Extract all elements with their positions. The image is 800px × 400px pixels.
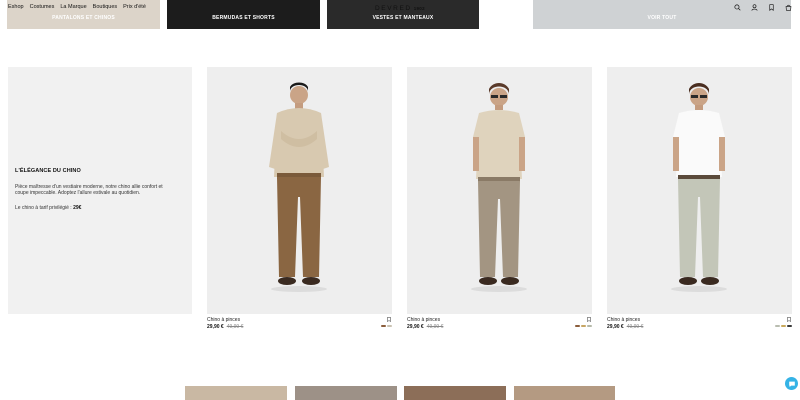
product-prices: 29,90 €49,99 € bbox=[407, 324, 443, 330]
brand-logo-text: DEVRED bbox=[375, 5, 412, 12]
site-header: Eshop Costumes La Marque Boutiques Prix … bbox=[0, 0, 800, 16]
search-icon[interactable] bbox=[734, 4, 741, 11]
product-meta: Chino à pinces 29,90 €49,99 € bbox=[207, 314, 392, 334]
chat-button[interactable] bbox=[785, 377, 798, 390]
product-prices: 29,90 €49,99 € bbox=[607, 324, 643, 330]
editorial-price: Le chino à tarif privilégié : 29€ bbox=[15, 205, 81, 211]
product-name[interactable]: Chino à pinces bbox=[407, 317, 440, 323]
product-prices: 29,90 €49,99 € bbox=[207, 324, 243, 330]
color-swatch[interactable] bbox=[787, 325, 792, 327]
product-meta: Chino à pinces 29,90 €49,99 € bbox=[607, 314, 792, 334]
product-card[interactable]: Chino à pinces 29,90 €49,99 € bbox=[607, 67, 792, 334]
nav-item-prix-ete[interactable]: Prix d'été bbox=[123, 4, 146, 10]
product-old-price: 49,99 € bbox=[626, 324, 644, 330]
product-image[interactable] bbox=[407, 67, 592, 314]
nav-item-costumes[interactable]: Costumes bbox=[30, 4, 55, 10]
color-swatch[interactable] bbox=[381, 325, 386, 327]
color-swatch[interactable] bbox=[575, 325, 580, 327]
cart-icon[interactable] bbox=[785, 4, 792, 11]
wishlist-icon[interactable] bbox=[768, 4, 775, 11]
color-swatch[interactable] bbox=[781, 325, 786, 327]
product-image[interactable] bbox=[607, 67, 792, 314]
bookmark-icon[interactable] bbox=[387, 317, 391, 322]
nav-item-la-marque[interactable]: La Marque bbox=[60, 4, 86, 10]
product-photo-model bbox=[407, 67, 592, 314]
product-card[interactable]: Chino à pinces 29,90 €49,99 € bbox=[407, 67, 592, 334]
product-meta: Chino à pinces 29,90 €49,99 € bbox=[407, 314, 592, 334]
color-swatches bbox=[381, 325, 392, 327]
editorial-price-prefix: Le chino à tarif privilégié : bbox=[15, 205, 72, 211]
color-swatch[interactable] bbox=[587, 325, 592, 327]
main-nav: Eshop Costumes La Marque Boutiques Prix … bbox=[8, 4, 146, 10]
editorial-block: L'ÉLÉGANCE DU CHINO Pièce maîtresse d'un… bbox=[8, 67, 192, 314]
lookbook-tile[interactable] bbox=[185, 386, 287, 400]
product-price: 29,90 € bbox=[407, 324, 424, 330]
product-price: 29,90 € bbox=[207, 324, 224, 330]
editorial-body: Pièce maîtresse d'un vestiaire moderne, … bbox=[15, 184, 163, 196]
brand-logo[interactable]: DEVRED 1902 bbox=[375, 5, 425, 12]
brand-logo-suffix: 1902 bbox=[413, 6, 425, 11]
lookbook-tile[interactable] bbox=[295, 386, 397, 400]
nav-item-eshop[interactable]: Eshop bbox=[8, 4, 24, 10]
color-swatch[interactable] bbox=[581, 325, 586, 327]
product-photo-model bbox=[607, 67, 792, 314]
lookbook-tile[interactable] bbox=[514, 386, 615, 400]
product-name[interactable]: Chino à pinces bbox=[607, 317, 640, 323]
product-price: 29,90 € bbox=[607, 324, 624, 330]
chat-bubble-icon bbox=[788, 381, 795, 387]
color-swatch[interactable] bbox=[387, 325, 392, 327]
editorial-price-value: 29€ bbox=[73, 205, 82, 211]
editorial-title: L'ÉLÉGANCE DU CHINO bbox=[15, 168, 81, 174]
header-actions bbox=[734, 4, 792, 11]
color-swatches bbox=[775, 325, 792, 327]
bookmark-icon[interactable] bbox=[587, 317, 591, 322]
product-old-price: 49,99 € bbox=[426, 324, 444, 330]
account-icon[interactable] bbox=[751, 4, 758, 11]
nav-item-boutiques[interactable]: Boutiques bbox=[93, 4, 117, 10]
product-photo-model bbox=[207, 67, 392, 314]
color-swatches bbox=[575, 325, 592, 327]
color-swatch[interactable] bbox=[775, 325, 780, 327]
product-old-price: 49,99 € bbox=[226, 324, 244, 330]
product-image[interactable] bbox=[207, 67, 392, 314]
product-name[interactable]: Chino à pinces bbox=[207, 317, 240, 323]
bookmark-icon[interactable] bbox=[787, 317, 791, 322]
product-card[interactable]: Chino à pinces 29,90 €49,99 € bbox=[207, 67, 392, 334]
lookbook-tile[interactable] bbox=[404, 386, 506, 400]
